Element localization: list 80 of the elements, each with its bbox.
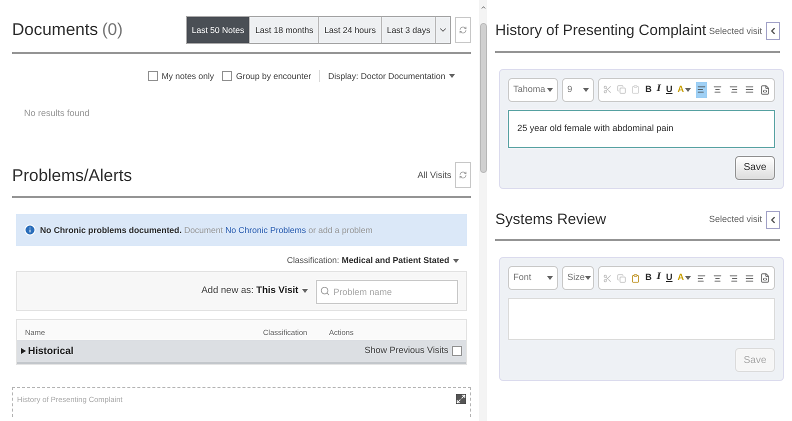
paste-icon[interactable]: [631, 274, 640, 282]
source-icon[interactable]: [760, 84, 770, 94]
display-dropdown[interactable]: Display: Doctor Documentation: [328, 70, 456, 83]
cut-icon[interactable]: [603, 85, 612, 94]
align-right-icon: [729, 85, 738, 94]
filter-tab[interactable]: Last 3 days: [382, 17, 436, 43]
caret-icon: [685, 88, 691, 92]
visit-label: Selected visit: [708, 213, 762, 226]
align-justify-icon: [745, 85, 754, 94]
caret-icon: [453, 258, 460, 263]
checkbox-label: My notes only: [162, 70, 214, 83]
text-area[interactable]: 25 year old female with abdominal pain: [508, 110, 775, 148]
italic-button[interactable]: I: [656, 271, 661, 285]
refresh-icon: [459, 26, 468, 34]
search-icon: [320, 286, 330, 296]
font-dropdown[interactable]: Font: [508, 266, 558, 290]
section-title: Systems Review: [495, 210, 606, 230]
refresh-button[interactable]: [455, 162, 472, 188]
scroll-up-icon[interactable]: [480, 4, 487, 11]
alert-text: No Chronic problems documented. Document No Chronic Problems or add a problem: [40, 224, 373, 237]
cut-icon[interactable]: [603, 274, 612, 282]
checkbox[interactable]: [452, 346, 462, 356]
filter-tab[interactable]: Last 50 Notes: [186, 17, 250, 43]
collapse-icon: [768, 214, 778, 225]
caret-right-icon: [21, 348, 26, 354]
filter-tab[interactable]: Last 24 hours: [319, 17, 382, 43]
show-previous-label: Show Previous Visits: [364, 344, 448, 358]
scope-label: All Visits: [417, 168, 452, 182]
align-button[interactable]: [696, 82, 707, 98]
no-chronic-problems-link[interactable]: No Chronic Problems: [225, 224, 306, 235]
copy-icon[interactable]: [617, 85, 626, 94]
collapse-icon: [768, 26, 778, 36]
group-label: Historical: [28, 344, 74, 358]
caret-icon: [547, 276, 554, 280]
collapse-button[interactable]: [766, 210, 780, 229]
problem-search-field[interactable]: Problem name: [316, 280, 458, 304]
caret-icon: [583, 88, 590, 92]
collapse-button[interactable]: [766, 22, 780, 40]
section-title: Documents: [12, 19, 98, 42]
bold-button[interactable]: B: [645, 271, 652, 285]
info-icon: [24, 224, 36, 236]
section-title: History of Presenting Complaint: [495, 21, 706, 41]
checkbox-label: Group by encounter: [236, 70, 312, 83]
group-row[interactable]: Historical Show Previous Visits: [17, 340, 466, 364]
italic-button[interactable]: I: [656, 82, 661, 96]
more-button[interactable]: [436, 17, 450, 43]
empty-message: No results found: [24, 106, 91, 120]
caret-icon: [685, 276, 691, 280]
save-button[interactable]: Save: [735, 156, 775, 180]
refresh-button[interactable]: [455, 17, 472, 43]
scrollbar[interactable]: [479, 0, 488, 421]
caret-icon: [547, 88, 554, 92]
copy-icon[interactable]: [617, 274, 626, 282]
bold-button[interactable]: B: [645, 82, 652, 96]
align-center-icon: [713, 274, 722, 282]
size-dropdown[interactable]: 9: [562, 78, 594, 102]
align-right-icon: [729, 274, 738, 282]
checkbox[interactable]: [148, 71, 158, 82]
size-dropdown[interactable]: Size: [562, 266, 594, 290]
caret-icon: [302, 289, 308, 293]
align-center-icon: [713, 85, 722, 94]
font-dropdown[interactable]: Tahoma: [508, 78, 558, 102]
section-title: Problems/Alerts: [12, 164, 132, 186]
document-count: (0): [102, 19, 123, 42]
visit-label: Selected visit: [708, 24, 762, 38]
add-new-dropdown[interactable]: Add new as: This Visit: [201, 284, 308, 298]
classification-dropdown[interactable]: Classification: Medical and Patient Stated: [286, 254, 460, 267]
caret-icon: [449, 74, 456, 78]
align-left-icon: [697, 274, 706, 282]
source-icon[interactable]: [760, 273, 770, 283]
filter-tab[interactable]: Last 18 months: [250, 17, 320, 43]
underline-button[interactable]: U: [666, 82, 672, 96]
caret-icon: [584, 276, 591, 280]
scroll-thumb[interactable]: [480, 23, 487, 173]
align-justify-icon: [745, 274, 754, 282]
align-left-icon: [697, 85, 706, 94]
checkbox[interactable]: [222, 71, 232, 82]
refresh-icon: [459, 171, 468, 180]
expand-icon[interactable]: [456, 394, 466, 404]
underline-button[interactable]: U: [666, 271, 672, 285]
